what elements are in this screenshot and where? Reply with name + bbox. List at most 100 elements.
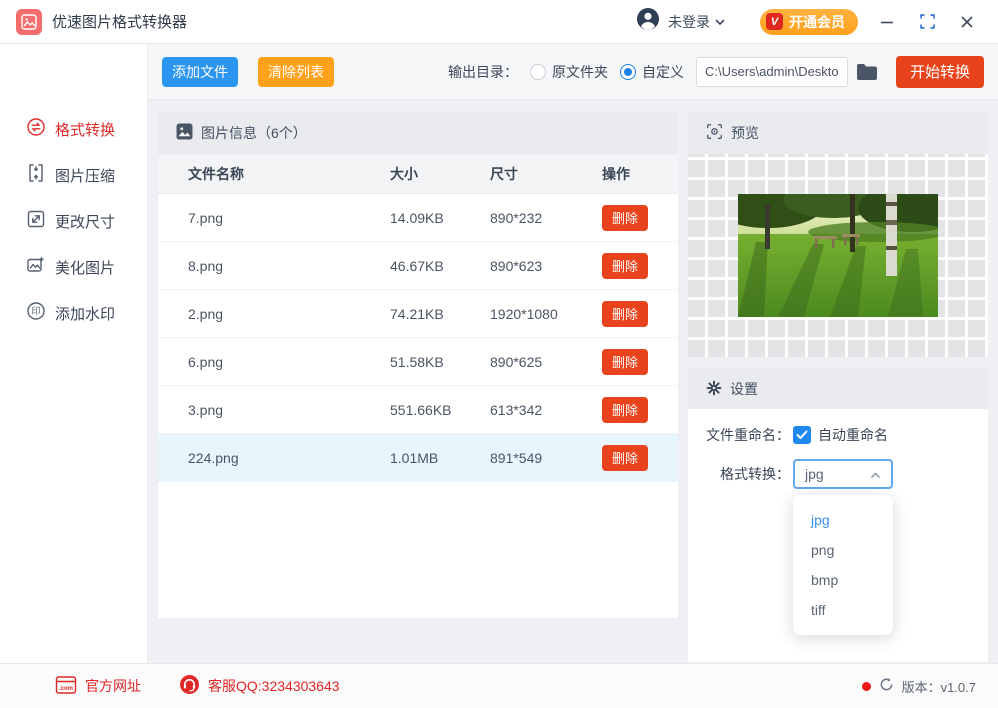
official-website-link[interactable]: .com 官方网址 bbox=[55, 675, 141, 698]
table-row[interactable]: 3.png 551.66KB 613*342 删除 bbox=[158, 386, 678, 434]
sidebar: 格式转换 图片压缩 更改尺寸 美化图片 印 添加水印 bbox=[0, 44, 148, 663]
auto-rename-checkbox[interactable] bbox=[793, 426, 811, 444]
cell-dimensions: 891*549 bbox=[490, 449, 543, 466]
settings-panel: 设置 文件重命名： 自动重命名 格式转换： jpg jpg png bmp ti… bbox=[688, 369, 988, 662]
close-button[interactable] bbox=[952, 7, 982, 37]
cell-dimensions: 613*342 bbox=[490, 401, 543, 418]
radio-original-label: 原文件夹 bbox=[552, 63, 608, 80]
gear-icon bbox=[706, 380, 722, 399]
transfer-icon bbox=[26, 117, 46, 141]
delete-button[interactable]: 删除 bbox=[602, 300, 648, 327]
table-row[interactable]: 7.png 14.09KB 890*232 删除 bbox=[158, 194, 678, 242]
version-label: 版本：v1.0.7 bbox=[901, 679, 976, 695]
cell-action: 删除 bbox=[602, 348, 678, 375]
format-option-tiff[interactable]: tiff bbox=[793, 595, 893, 625]
table-row[interactable]: 224.png 1.01MB 891*549 删除 bbox=[158, 434, 678, 482]
column-size: 大小 bbox=[390, 165, 418, 182]
output-path-input[interactable] bbox=[696, 56, 848, 87]
add-files-button[interactable]: 添加文件 bbox=[162, 56, 238, 87]
cell-size: 74.21KB bbox=[390, 305, 444, 322]
delete-button[interactable]: 删除 bbox=[602, 348, 648, 375]
rename-label: 文件重命名： bbox=[706, 427, 790, 443]
radio-off-icon[interactable] bbox=[530, 63, 546, 80]
radio-on-icon[interactable] bbox=[620, 63, 636, 80]
delete-button[interactable]: 删除 bbox=[602, 252, 648, 279]
cell-size: 51.58KB bbox=[390, 353, 444, 370]
table-row[interactable]: 6.png 51.58KB 890*625 删除 bbox=[158, 338, 678, 386]
cell-size: 14.09KB bbox=[390, 209, 444, 226]
cell-action: 删除 bbox=[602, 252, 678, 279]
chevron-up-icon bbox=[870, 466, 881, 482]
vip-badge-icon: V bbox=[766, 13, 783, 30]
settings-title: 设置 bbox=[730, 381, 758, 397]
format-option-png[interactable]: png bbox=[793, 535, 893, 565]
cell-size: 1.01MB bbox=[390, 449, 439, 466]
browse-folder-icon[interactable] bbox=[856, 63, 878, 81]
qq-label: 客服QQ:3234303643 bbox=[208, 678, 340, 694]
file-table-body: 7.png 14.09KB 890*232 删除 8.png 46.67KB 890*623… bbox=[158, 194, 678, 482]
cell-dimensions: 890*232 bbox=[490, 209, 543, 226]
cell-dimensions: 1920*1080 bbox=[490, 305, 558, 322]
sidebar-item-watermark[interactable]: 印 添加水印 bbox=[0, 290, 147, 336]
beautify-icon bbox=[26, 255, 46, 279]
preview-panel: 预览 bbox=[688, 112, 988, 357]
file-panel-title: 图片信息（6个） bbox=[201, 125, 307, 141]
svg-text:.com: .com bbox=[59, 686, 73, 692]
cell-dimensions: 890*623 bbox=[490, 257, 543, 274]
cell-action: 删除 bbox=[602, 396, 678, 423]
format-option-jpg[interactable]: jpg bbox=[793, 505, 893, 535]
clear-list-button[interactable]: 清除列表 bbox=[258, 56, 334, 87]
sidebar-item-resize[interactable]: 更改尺寸 bbox=[0, 198, 147, 244]
cell-filename: 2.png bbox=[188, 305, 224, 322]
table-row[interactable]: 2.png 74.21KB 1920*1080 删除 bbox=[158, 290, 678, 338]
settings-header: 设置 bbox=[688, 369, 988, 409]
radio-original-folder[interactable]: 原文件夹 bbox=[530, 62, 608, 82]
cell-filename: 224.png bbox=[188, 449, 239, 466]
refresh-icon[interactable] bbox=[879, 677, 894, 695]
app-title: 优速图片格式转换器 bbox=[52, 14, 188, 31]
watermark-icon: 印 bbox=[26, 301, 46, 325]
app-logo-icon bbox=[16, 8, 42, 35]
column-filename: 文件名称 bbox=[188, 165, 244, 182]
support-qq-link[interactable]: 客服QQ:3234303643 bbox=[179, 674, 340, 698]
start-convert-button[interactable]: 开始转换 bbox=[896, 55, 984, 88]
toolbar: 添加文件 清除列表 输出目录： 原文件夹 自定义 开始转换 bbox=[148, 44, 998, 100]
transparency-checkerboard bbox=[688, 154, 988, 357]
format-select[interactable]: jpg bbox=[793, 459, 893, 489]
user-avatar-icon[interactable] bbox=[636, 7, 660, 36]
cell-filename: 7.png bbox=[188, 209, 224, 226]
sidebar-item-label: 格式转换 bbox=[55, 121, 116, 139]
preview-image bbox=[738, 194, 938, 317]
website-com-icon: .com bbox=[55, 675, 77, 698]
cell-size: 551.66KB bbox=[390, 401, 452, 418]
open-vip-button[interactable]: V 开通会员 bbox=[760, 8, 858, 35]
column-dimensions: 尺寸 bbox=[490, 165, 518, 182]
radio-custom-label: 自定义 bbox=[642, 63, 684, 80]
format-option-bmp[interactable]: bmp bbox=[793, 565, 893, 595]
website-label: 官方网址 bbox=[85, 678, 141, 694]
table-header: 文件名称 大小 尺寸 操作 bbox=[158, 154, 678, 194]
cell-action: 删除 bbox=[602, 444, 678, 471]
eye-preview-icon bbox=[706, 123, 723, 143]
auto-rename-label: 自动重命名 bbox=[818, 427, 888, 443]
preview-header: 预览 bbox=[688, 112, 988, 154]
chevron-down-icon[interactable] bbox=[714, 13, 726, 31]
image-info-icon bbox=[176, 123, 193, 143]
table-row[interactable]: 8.png 46.67KB 890*623 删除 bbox=[158, 242, 678, 290]
minimize-button[interactable] bbox=[872, 7, 902, 37]
delete-button[interactable]: 删除 bbox=[602, 204, 648, 231]
cell-action: 删除 bbox=[602, 300, 678, 327]
maximize-button[interactable] bbox=[912, 7, 942, 37]
sidebar-item-label: 图片压缩 bbox=[55, 167, 116, 185]
sidebar-item-compress[interactable]: 图片压缩 bbox=[0, 152, 147, 198]
delete-button[interactable]: 删除 bbox=[602, 444, 648, 471]
sidebar-item-beautify[interactable]: 美化图片 bbox=[0, 244, 147, 290]
radio-custom-folder[interactable]: 自定义 bbox=[620, 62, 684, 82]
format-dropdown-menu: jpg png bmp tiff bbox=[793, 495, 893, 635]
status-dot bbox=[861, 681, 871, 691]
cell-action: 删除 bbox=[602, 204, 678, 231]
sidebar-item-format-convert[interactable]: 格式转换 bbox=[0, 106, 147, 152]
login-status[interactable]: 未登录 bbox=[668, 12, 710, 32]
delete-button[interactable]: 删除 bbox=[602, 396, 648, 423]
resize-icon bbox=[26, 209, 46, 233]
